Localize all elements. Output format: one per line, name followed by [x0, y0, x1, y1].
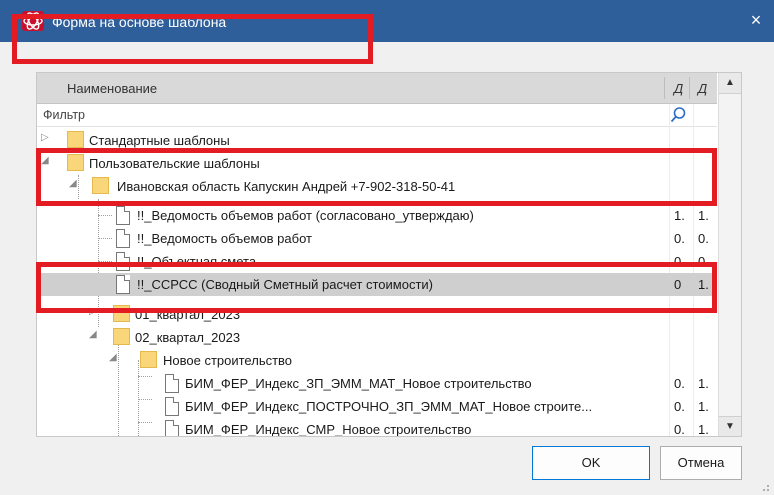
- cancel-button[interactable]: Отмена: [660, 446, 742, 480]
- tree-row[interactable]: БИМ_ФЕР_Индекс_ПОСТРОЧНО_ЗП_ЭММ_МАТ_Ново…: [37, 395, 717, 418]
- tree-item-label: 01_квартал_2023: [135, 307, 241, 322]
- cell-value: 0: [674, 277, 682, 292]
- scroll-down-arrow-icon[interactable]: ▼: [719, 416, 741, 436]
- tree-row[interactable]: БИМ_ФЕР_Индекс_ЗП_ЭММ_МАТ_Новое строител…: [37, 372, 717, 395]
- file-icon: [165, 374, 179, 393]
- collapse-toggle-icon[interactable]: ◢: [109, 352, 121, 363]
- column-header-d2[interactable]: Д: [698, 81, 707, 96]
- tree-row[interactable]: !!_Ведомость объемов работ (согласовано_…: [37, 204, 717, 227]
- folder-icon: [140, 351, 157, 368]
- folder-icon: [67, 154, 84, 171]
- file-icon: [165, 420, 179, 436]
- tree-row[interactable]: !!_Ведомость объемов работ 0. 0.: [37, 227, 717, 250]
- tree-item-label: БИМ_ФЕР_Индекс_СМР_Новое строительство: [185, 422, 472, 437]
- template-tree-grid: Наименование Д Д Фильтр ▷ Стандартные ша…: [36, 72, 742, 437]
- collapse-toggle-icon[interactable]: ◢: [69, 178, 81, 189]
- title-bar: Форма на основе шаблона ×: [0, 0, 774, 42]
- tree-item-label: БИМ_ФЕР_Индекс_ЗП_ЭММ_МАТ_Новое строител…: [185, 376, 532, 391]
- tree-item-label: Новое строительство: [163, 353, 293, 368]
- column-header-name[interactable]: Наименование: [67, 81, 157, 96]
- collapse-toggle-icon[interactable]: ◢: [41, 155, 53, 166]
- tree-item-label: БИМ_ФЕР_Индекс_ПОСТРОЧНО_ЗП_ЭММ_МАТ_Ново…: [185, 399, 593, 414]
- cell-value: 0.: [674, 376, 685, 391]
- tree-item-label: Стандартные шаблоны: [89, 133, 230, 148]
- ok-button[interactable]: OK: [532, 446, 650, 480]
- tree-row[interactable]: ◢ Новое строительство: [37, 349, 717, 372]
- column-header-bar: Наименование Д Д: [37, 73, 717, 104]
- column-header-d1[interactable]: Д: [674, 81, 683, 96]
- tree-row[interactable]: БИМ_ФЕР_Индекс_СМР_Новое строительство 0…: [37, 418, 717, 437]
- tree-item-label: !!_Ведомость объемов работ: [137, 231, 312, 246]
- tree-row-selected[interactable]: !!_ССРСС (Сводный Сметный расчет стоимос…: [37, 273, 717, 296]
- cell-value: 1.: [698, 422, 709, 437]
- vertical-scrollbar[interactable]: ▲ ▼: [718, 73, 741, 436]
- cell-value: 0.: [698, 231, 709, 246]
- tree-row[interactable]: ▷ Стандартные шаблоны: [37, 129, 717, 152]
- tree-item-label: 02_квартал_2023: [135, 330, 241, 345]
- tree-item-label: Ивановская область Капускин Андрей +7-90…: [117, 179, 456, 194]
- collapse-toggle-icon[interactable]: ◢: [89, 329, 101, 340]
- expand-toggle-icon[interactable]: ▷: [89, 306, 101, 317]
- tree-row[interactable]: !!_Объектная смета 0. 0.: [37, 250, 717, 273]
- column-separator[interactable]: [664, 77, 665, 99]
- file-icon: [165, 397, 179, 416]
- tree-row[interactable]: ◢ Пользовательские шаблоны: [37, 152, 717, 175]
- tree-item-label: !!_ССРСС (Сводный Сметный расчет стоимос…: [137, 277, 433, 292]
- file-icon: [116, 252, 130, 271]
- cell-value: 1.: [674, 208, 685, 223]
- column-separator[interactable]: [689, 77, 690, 99]
- cell-value: 1.: [698, 277, 709, 292]
- folder-icon: [113, 305, 130, 322]
- tree-row[interactable]: ▷ 01_квартал_2023: [37, 303, 717, 326]
- filter-label: Фильтр: [43, 108, 85, 122]
- search-icon[interactable]: [669, 106, 687, 124]
- tree-row[interactable]: ◢ 02_квартал_2023: [37, 326, 717, 349]
- tree-item-label: !!_Ведомость объемов работ (согласовано_…: [137, 208, 474, 223]
- cell-value: 1.: [698, 399, 709, 414]
- cell-value: 0.: [698, 254, 709, 269]
- cell-value: 0.: [674, 399, 685, 414]
- tree-row[interactable]: ◢ Ивановская область Капускин Андрей +7-…: [37, 175, 717, 198]
- folder-icon: [92, 177, 109, 194]
- tree-item-label: !!_Объектная смета: [137, 254, 257, 269]
- resize-grip-icon[interactable]: [760, 482, 770, 492]
- scroll-up-arrow-icon[interactable]: ▲: [719, 73, 741, 94]
- cell-value: 1.: [698, 208, 709, 223]
- close-button[interactable]: ×: [744, 8, 768, 32]
- tree-item-label: Пользовательские шаблоны: [89, 156, 260, 171]
- filter-row[interactable]: Фильтр: [37, 104, 717, 127]
- cell-value: 1.: [698, 376, 709, 391]
- cell-value: 0.: [674, 231, 685, 246]
- window-title: Форма на основе шаблона: [52, 14, 227, 30]
- expand-toggle-icon[interactable]: ▷: [41, 132, 53, 143]
- file-icon: [116, 229, 130, 248]
- cell-value: 0.: [674, 422, 685, 437]
- folder-icon: [67, 131, 84, 148]
- file-icon: [116, 206, 130, 225]
- app-logo-icon: [22, 11, 44, 31]
- folder-icon: [113, 328, 130, 345]
- file-icon: [116, 275, 130, 294]
- cell-value: 0.: [674, 254, 685, 269]
